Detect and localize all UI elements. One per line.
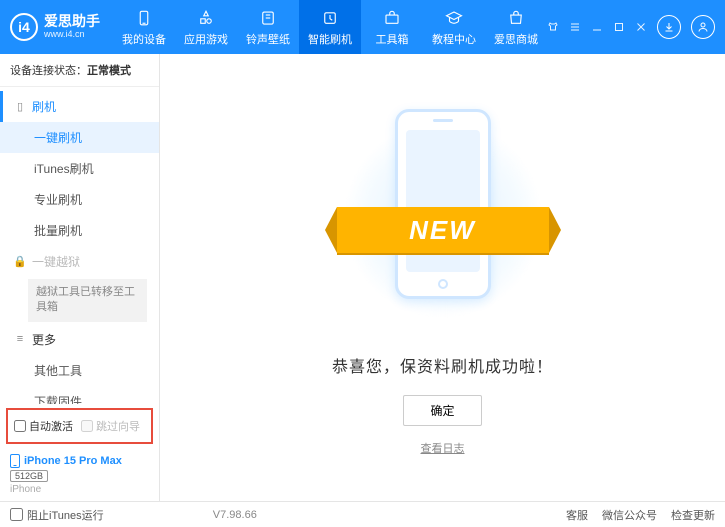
nav-my-device[interactable]: 我的设备 bbox=[113, 0, 175, 54]
sub-jailbreak-moved[interactable]: 越狱工具已转移至工具箱 bbox=[28, 279, 147, 322]
sub-one-key-flash[interactable]: 一键刷机 bbox=[0, 122, 159, 153]
apps-icon bbox=[196, 8, 216, 28]
device-type: iPhone bbox=[10, 484, 149, 495]
user-button[interactable] bbox=[691, 15, 715, 39]
side-menu: ▯ 刷机 一键刷机 iTunes刷机 专业刷机 批量刷机 🔒 一键越狱 越狱工具… bbox=[0, 87, 159, 404]
main-content: NEW 恭喜您，保资料刷机成功啦！ 确定 查看日志 bbox=[160, 54, 725, 501]
nav-label: 铃声壁纸 bbox=[246, 31, 290, 47]
device-info[interactable]: iPhone 15 Pro Max 512GB iPhone bbox=[0, 448, 159, 501]
tutorial-icon bbox=[444, 8, 464, 28]
nav-tutorial[interactable]: 教程中心 bbox=[423, 0, 485, 54]
nav-label: 爱思商城 bbox=[494, 31, 538, 47]
device-name: iPhone 15 Pro Max bbox=[24, 455, 122, 467]
group-label: 一键越狱 bbox=[32, 253, 80, 270]
skin-icon[interactable] bbox=[547, 21, 559, 33]
nav-toolbox[interactable]: 工具箱 bbox=[361, 0, 423, 54]
sub-other-tools[interactable]: 其他工具 bbox=[0, 355, 159, 386]
ringtone-icon bbox=[258, 8, 278, 28]
success-illustration: NEW bbox=[373, 109, 513, 329]
title-controls bbox=[547, 15, 715, 39]
version-label: V7.98.66 bbox=[213, 509, 257, 521]
titlebar: i4 爱思助手 www.i4.cn 我的设备 应用游戏 铃声壁纸 智能刷机 工具… bbox=[0, 0, 725, 54]
status-mode: 正常模式 bbox=[87, 65, 131, 77]
group-jailbreak[interactable]: 🔒 一键越狱 bbox=[0, 246, 159, 277]
ok-button[interactable]: 确定 bbox=[403, 395, 481, 426]
success-message: 恭喜您，保资料刷机成功啦！ bbox=[332, 353, 553, 377]
device-icon bbox=[134, 8, 154, 28]
nav-label: 教程中心 bbox=[432, 31, 476, 47]
nav-label: 智能刷机 bbox=[308, 31, 352, 47]
device-phone-icon bbox=[10, 454, 20, 468]
group-flash[interactable]: ▯ 刷机 bbox=[0, 91, 159, 122]
flash-icon bbox=[320, 8, 340, 28]
download-button[interactable] bbox=[657, 15, 681, 39]
menu-icon[interactable] bbox=[569, 21, 581, 33]
sub-batch-flash[interactable]: 批量刷机 bbox=[0, 215, 159, 246]
skip-setup-checkbox[interactable]: 跳过向导 bbox=[81, 418, 140, 434]
check-update-link[interactable]: 检查更新 bbox=[671, 507, 715, 523]
activation-options: 自动激活 跳过向导 bbox=[6, 408, 153, 444]
app-url: www.i4.cn bbox=[44, 30, 100, 40]
shop-icon bbox=[506, 8, 526, 28]
view-log-link[interactable]: 查看日志 bbox=[421, 440, 465, 456]
nav-label: 工具箱 bbox=[376, 31, 409, 47]
device-storage: 512GB bbox=[10, 470, 48, 482]
logo-area[interactable]: i4 爱思助手 www.i4.cn bbox=[10, 13, 113, 41]
maximize-icon[interactable] bbox=[613, 21, 625, 33]
nav-shop[interactable]: 爱思商城 bbox=[485, 0, 547, 54]
minimize-icon[interactable] bbox=[591, 21, 603, 33]
group-label: 更多 bbox=[32, 331, 56, 348]
nav-label: 应用游戏 bbox=[184, 31, 228, 47]
nav-apps[interactable]: 应用游戏 bbox=[175, 0, 237, 54]
statusbar-right: 客服 微信公众号 检查更新 bbox=[566, 507, 715, 523]
body: 设备连接状态：正常模式 ▯ 刷机 一键刷机 iTunes刷机 专业刷机 批量刷机… bbox=[0, 54, 725, 501]
more-icon: ≡ bbox=[14, 333, 26, 345]
close-icon[interactable] bbox=[635, 21, 647, 33]
app-name: 爱思助手 bbox=[44, 14, 100, 29]
sub-download-firmware[interactable]: 下载固件 bbox=[0, 386, 159, 404]
nav-flash[interactable]: 智能刷机 bbox=[299, 0, 361, 54]
auto-activate-checkbox[interactable]: 自动激活 bbox=[14, 418, 73, 434]
group-more[interactable]: ≡ 更多 bbox=[0, 324, 159, 355]
app-logo-icon: i4 bbox=[10, 13, 38, 41]
nav-ringtone[interactable]: 铃声壁纸 bbox=[237, 0, 299, 54]
sidebar: 设备连接状态：正常模式 ▯ 刷机 一键刷机 iTunes刷机 专业刷机 批量刷机… bbox=[0, 54, 160, 501]
connection-status: 设备连接状态：正常模式 bbox=[0, 54, 159, 87]
support-link[interactable]: 客服 bbox=[566, 507, 588, 523]
toolbox-icon bbox=[382, 8, 402, 28]
nav-label: 我的设备 bbox=[122, 31, 166, 47]
statusbar: 阻止iTunes运行 V7.98.66 客服 微信公众号 检查更新 bbox=[0, 501, 725, 527]
sub-itunes-flash[interactable]: iTunes刷机 bbox=[0, 153, 159, 184]
status-label: 设备连接状态： bbox=[10, 65, 87, 77]
new-ribbon: NEW bbox=[337, 207, 549, 253]
top-nav: 我的设备 应用游戏 铃声壁纸 智能刷机 工具箱 教程中心 爱思商城 bbox=[113, 0, 547, 54]
sub-pro-flash[interactable]: 专业刷机 bbox=[0, 184, 159, 215]
block-itunes-checkbox[interactable]: 阻止iTunes运行 bbox=[10, 507, 104, 523]
wechat-link[interactable]: 微信公众号 bbox=[602, 507, 657, 523]
group-label: 刷机 bbox=[32, 98, 56, 115]
phone-icon: ▯ bbox=[14, 101, 26, 113]
lock-icon: 🔒 bbox=[14, 256, 26, 268]
